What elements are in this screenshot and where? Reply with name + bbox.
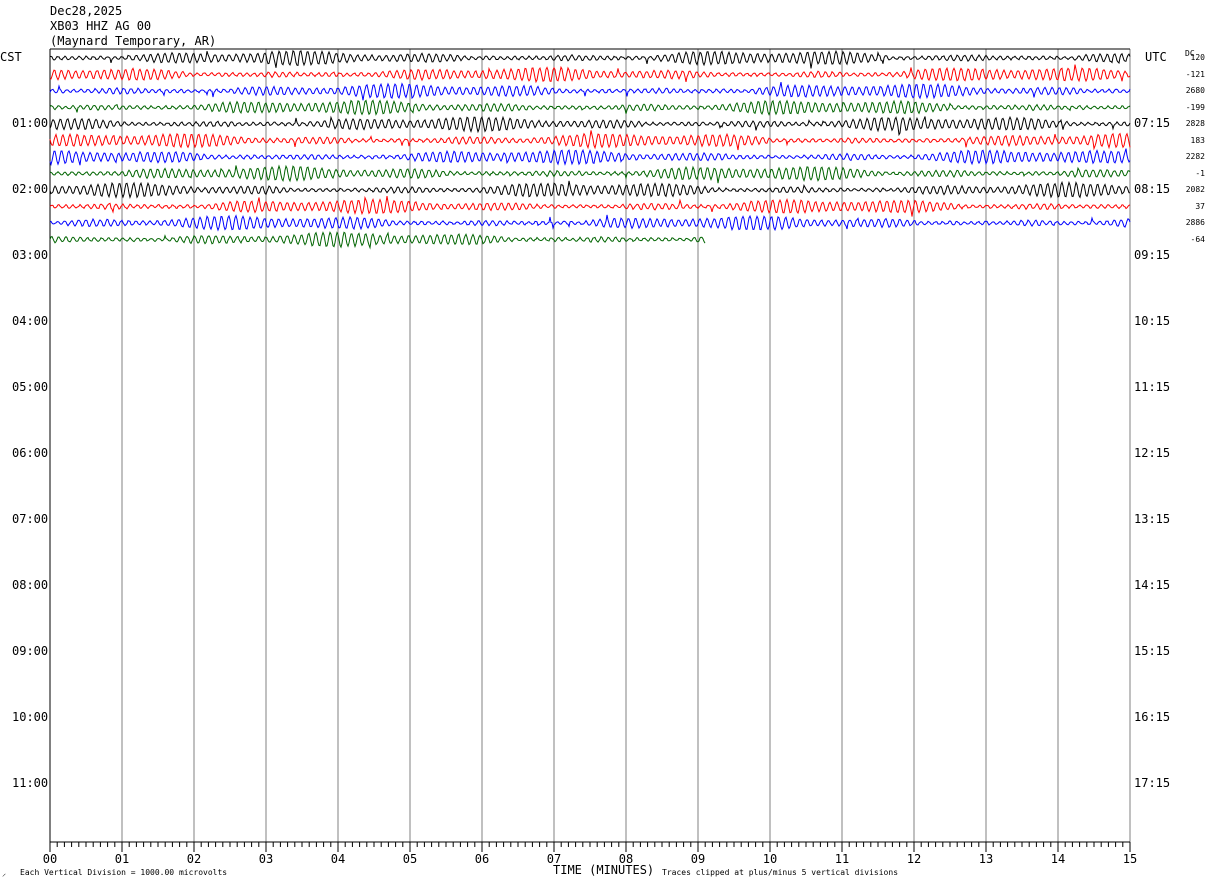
seismic-trace xyxy=(49,195,1131,217)
minute-grid xyxy=(49,48,1131,842)
footer-mark: ⸝ xyxy=(2,869,6,878)
utc-hour-label: 14:15 xyxy=(1134,578,1171,592)
x-tick-label: 06 xyxy=(474,852,490,866)
dc-offset-value: 183 xyxy=(1190,135,1205,145)
seismic-trace xyxy=(49,214,1131,232)
x-tick-label: 12 xyxy=(906,852,922,866)
cst-hour-label: 03:00 xyxy=(12,248,49,262)
left-timezone-label: CST xyxy=(0,50,22,64)
utc-hour-label: 09:15 xyxy=(1134,248,1171,262)
utc-hour-label: 07:15 xyxy=(1134,116,1171,130)
x-tick-label: 10 xyxy=(762,852,778,866)
x-tick-label: 15 xyxy=(1122,852,1138,866)
seismic-trace xyxy=(49,64,1131,84)
seismic-trace xyxy=(49,130,1131,151)
cst-hour-label: 04:00 xyxy=(12,314,49,328)
utc-hour-label: 12:15 xyxy=(1134,446,1171,460)
dc-offset-value: 120 xyxy=(1190,53,1205,62)
dc-offset-value: -64 xyxy=(1190,234,1205,244)
utc-hour-label: 10:15 xyxy=(1134,314,1171,328)
dc-offset-value: 2886 xyxy=(1185,218,1205,227)
dc-offset-value: 2828 xyxy=(1185,119,1205,128)
dc-offset-value: 37 xyxy=(1195,201,1205,211)
station-location: (Maynard Temporary, AR) xyxy=(50,34,217,48)
helicorder-plot xyxy=(49,48,1131,852)
x-tick-label: 11 xyxy=(834,852,850,866)
x-tick-label: 13 xyxy=(978,852,994,866)
x-tick-label: 05 xyxy=(402,852,418,866)
cst-hour-label: 01:00 xyxy=(12,116,49,130)
x-tick-label: 09 xyxy=(690,852,706,866)
seismic-trace xyxy=(49,148,1131,167)
x-axis-title: TIME (MINUTES) xyxy=(553,863,655,877)
time-axis xyxy=(49,841,1131,852)
utc-hour-label: 08:15 xyxy=(1134,182,1171,196)
utc-hour-label: 11:15 xyxy=(1134,380,1171,394)
x-tick-label: 01 xyxy=(114,852,130,866)
seismic-trace xyxy=(49,164,1131,184)
x-tick-label: 14 xyxy=(1050,852,1066,866)
seismic-trace xyxy=(49,180,1131,199)
cst-hour-label: 09:00 xyxy=(12,644,49,658)
station-code: XB03 HHZ AG 00 xyxy=(50,19,152,33)
right-timezone-label: UTC xyxy=(1145,50,1167,64)
seismic-trace xyxy=(49,81,1131,101)
clipping-note: Traces clipped at plus/minus 5 vertical … xyxy=(662,868,899,877)
x-tick-label: 00 xyxy=(42,852,58,866)
dc-offset-value: -121 xyxy=(1185,69,1205,79)
cst-hour-label: 10:00 xyxy=(12,710,49,724)
utc-hour-label: 13:15 xyxy=(1134,512,1171,526)
dc-offset-value: 2082 xyxy=(1185,185,1205,194)
seismic-trace xyxy=(49,99,1131,116)
dc-offset-value: 2282 xyxy=(1185,152,1205,161)
dc-offset-value: 2680 xyxy=(1185,86,1205,95)
cst-hour-label: 02:00 xyxy=(12,182,49,196)
cst-hour-label: 06:00 xyxy=(12,446,49,460)
seismic-trace xyxy=(49,231,706,250)
seismic-traces xyxy=(49,49,1131,250)
seismic-trace xyxy=(49,49,1131,69)
dc-offset-value: -199 xyxy=(1185,102,1205,112)
utc-hour-label: 16:15 xyxy=(1134,710,1171,724)
utc-hour-label: 15:15 xyxy=(1134,644,1171,658)
cst-hour-label: 05:00 xyxy=(12,380,49,394)
x-tick-label: 04 xyxy=(330,852,346,866)
seismic-trace xyxy=(49,115,1131,137)
utc-hour-label: 17:15 xyxy=(1134,776,1171,790)
x-tick-label: 03 xyxy=(258,852,274,866)
record-date: Dec28,2025 xyxy=(50,4,123,18)
x-tick-label: 02 xyxy=(186,852,202,866)
cst-hour-label: 11:00 xyxy=(12,776,49,790)
cst-hour-label: 08:00 xyxy=(12,578,49,592)
vertical-scale-note: Each Vertical Division = 1000.00 microvo… xyxy=(20,868,228,877)
cst-hour-label: 07:00 xyxy=(12,512,49,526)
dc-offset-value: -1 xyxy=(1195,168,1205,178)
